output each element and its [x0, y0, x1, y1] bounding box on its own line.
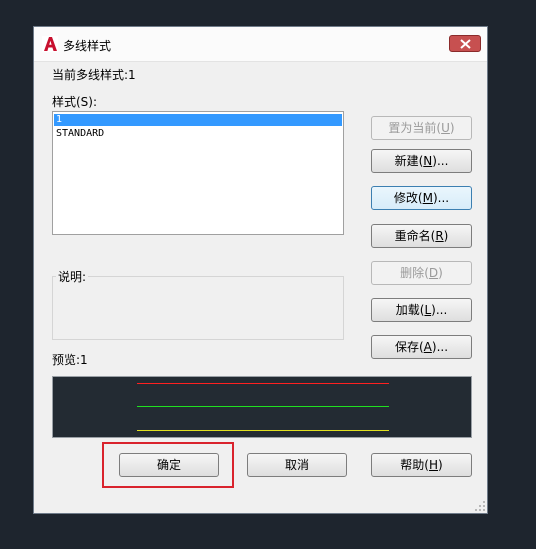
load-label: 加载: [395, 303, 420, 317]
set-current-button[interactable]: 置为当前(U): [371, 116, 472, 140]
current-style-value: 1: [128, 68, 136, 82]
set-current-label: 置为当前: [388, 121, 437, 135]
modify-label: 修改: [393, 191, 418, 205]
help-key: H: [428, 458, 439, 472]
preview-caption: 预览:: [52, 353, 81, 367]
cancel-label: 取消: [284, 458, 309, 472]
list-item[interactable]: STANDARD: [54, 128, 342, 140]
preview-line-yellow: [137, 430, 389, 431]
current-style-caption: 当前多线样式:: [52, 68, 129, 82]
list-item[interactable]: 1: [54, 114, 342, 126]
load-button[interactable]: 加载(L)...: [371, 298, 472, 322]
save-button[interactable]: 保存(A)...: [371, 335, 472, 359]
window-title: 多线样式: [63, 39, 112, 53]
help-label: 帮助: [400, 458, 425, 472]
rename-key: R: [435, 229, 444, 243]
new-button[interactable]: 新建(N)...: [371, 149, 472, 173]
resize-grip-icon[interactable]: [475, 501, 485, 511]
autocad-logo-icon: [42, 36, 58, 52]
ok-button-highlight: [102, 442, 234, 488]
title-bar[interactable]: 多线样式: [34, 27, 487, 62]
description-box: [52, 276, 344, 340]
new-key: N: [423, 154, 433, 168]
delete-key: D: [428, 266, 439, 280]
modify-button[interactable]: 修改(M)...: [371, 186, 472, 210]
modify-key: M: [422, 191, 433, 205]
load-key: L: [424, 303, 432, 317]
preview-label: 预览:1: [52, 351, 88, 368]
preview-line-red: [137, 383, 389, 384]
load-suffix: ...: [435, 303, 448, 317]
save-suffix: ...: [436, 340, 449, 354]
preview-line-green: [137, 406, 389, 407]
preview-value: 1: [80, 353, 88, 367]
cancel-button[interactable]: 取消: [247, 453, 347, 477]
delete-button[interactable]: 删除(D): [371, 261, 472, 285]
rename-label: 重命名: [394, 229, 431, 243]
description-label: 说明:: [56, 268, 89, 285]
close-icon: [460, 39, 471, 49]
new-suffix: ...: [436, 154, 449, 168]
rename-button[interactable]: 重命名(R): [371, 224, 472, 248]
set-current-key: U: [441, 121, 450, 135]
new-label: 新建: [394, 154, 419, 168]
save-key: A: [423, 340, 432, 354]
help-button[interactable]: 帮助(H): [371, 453, 472, 477]
styles-listbox[interactable]: 1 STANDARD: [52, 111, 344, 235]
delete-label: 删除: [400, 266, 425, 280]
current-style-label: 当前多线样式:1: [52, 66, 136, 83]
save-label: 保存: [394, 340, 419, 354]
styles-label: 样式(S):: [52, 95, 98, 109]
modify-suffix: ...: [437, 191, 450, 205]
multiline-style-dialog: 多线样式 当前多线样式:1 样式(S): 1 STANDARD 说明: 预览:1…: [33, 26, 488, 514]
preview-panel: [52, 376, 472, 438]
close-button[interactable]: [449, 35, 481, 52]
